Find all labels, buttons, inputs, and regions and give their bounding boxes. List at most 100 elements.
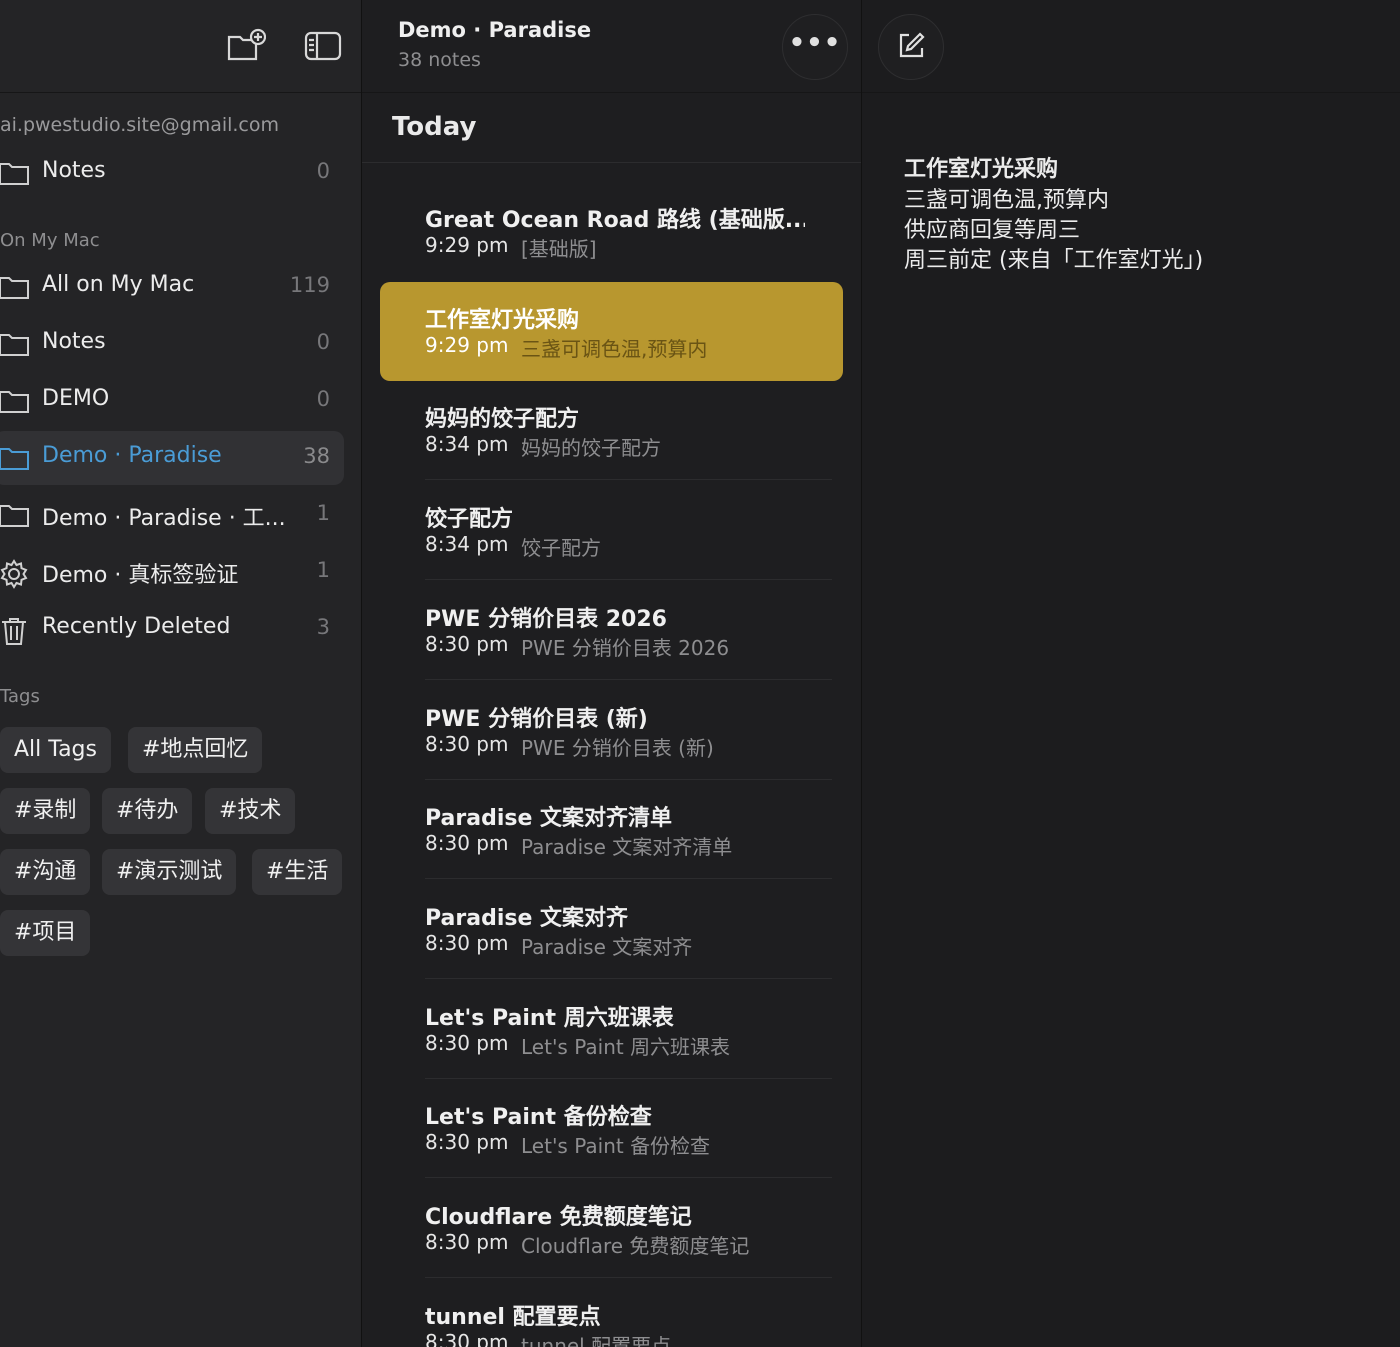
sidebar-item-all-on-my-mac[interactable]: All on My Mac 119 (0, 260, 344, 314)
gear-icon (0, 559, 30, 589)
sidebar-item-demo-paradise[interactable]: Demo · Paradise 38 (0, 431, 344, 485)
note-list-item[interactable]: Let's Paint 周六班课表 8:30 pm Let's Paint 周六班课… (380, 980, 843, 1079)
compose-icon (896, 31, 926, 65)
note-title: PWE 分销价目表 (新) (425, 707, 648, 732)
tag-chip[interactable]: #待办 (102, 788, 193, 834)
note-time: 9:29 pm (425, 333, 509, 357)
sidebar-item-count: 119 (289, 273, 330, 297)
note-time: 8:30 pm (425, 831, 509, 855)
trash-icon (0, 616, 30, 645)
note-list-item[interactable]: tunnel 配置要点 8:30 pm tunnel 配置要点 (380, 1279, 843, 1347)
note-time: 8:30 pm (425, 632, 509, 656)
note-preview: Paradise 文案对齐 (521, 935, 693, 959)
folder-icon (0, 274, 30, 300)
note-title: tunnel 配置要点 (425, 1305, 601, 1330)
note-body-line[interactable]: 周三前定 (来自「工作室灯光」) (904, 242, 1203, 274)
row-divider (425, 1277, 832, 1278)
sidebar: ai.pwestudio.site@gmail.com Notes 0 On M… (0, 0, 361, 1347)
compose-button[interactable] (878, 14, 944, 80)
section-header-today: Today (392, 112, 477, 142)
sidebar-item-recently-deleted[interactable]: Recently Deleted 3 (0, 602, 344, 656)
note-editor-pane[interactable]: 工作室灯光采购 三盏可调色温,预算内 供应商回复等周三 周三前定 (来自「工作室… (862, 0, 1400, 1347)
note-preview: PWE 分销价目表 (新) (521, 736, 714, 760)
tags-header: Tags (0, 686, 40, 707)
note-list-item[interactable]: Cloudflare 免费额度笔记 8:30 pm Cloudflare 免费额度笔… (380, 1179, 843, 1278)
tag-chip[interactable]: #演示测试 (102, 849, 237, 895)
on-my-mac-header: On My Mac (0, 230, 100, 251)
sidebar-item-count: 0 (316, 330, 330, 354)
note-title: Great Ocean Road 路线 (基础版... (425, 208, 805, 233)
sidebar-item-label: Notes (42, 329, 106, 354)
sidebar-item-demo-paradise-sub[interactable]: Demo · Paradise · 工... 1 (0, 488, 344, 542)
note-body-line[interactable]: 三盏可调色温,预算内 (904, 182, 1109, 214)
note-time: 8:30 pm (425, 1230, 509, 1254)
tag-chip[interactable]: #技术 (205, 788, 296, 834)
note-list-item[interactable]: Let's Paint 备份检查 8:30 pm Let's Paint 备份检查 (380, 1079, 843, 1178)
note-time: 9:29 pm (425, 233, 509, 257)
sidebar-item-label: DEMO (42, 386, 110, 411)
tag-chip[interactable]: #生活 (252, 849, 343, 895)
note-count: 38 notes (398, 49, 481, 71)
folder-icon (0, 160, 30, 186)
tag-chip[interactable]: #项目 (0, 910, 91, 956)
note-title: 饺子配方 (425, 507, 514, 532)
sidebar-item-label: All on My Mac (42, 272, 195, 297)
sidebar-item-label: Demo · 真标签验证 (42, 563, 239, 588)
note-list-item[interactable]: PWE 分销价目表 2026 8:30 pm PWE 分销价目表 2026 (380, 581, 843, 680)
note-preview: Let's Paint 周六班课表 (521, 1035, 731, 1059)
note-list-item[interactable]: PWE 分销价目表 (新) 8:30 pm PWE 分销价目表 (新) (380, 681, 843, 780)
folder-icon (0, 331, 30, 357)
more-options-button[interactable]: ••• (782, 14, 848, 80)
tag-chip[interactable]: #地点回忆 (128, 727, 263, 773)
new-folder-icon[interactable] (226, 28, 267, 64)
note-list-item[interactable]: Paradise 文案对齐清单 8:30 pm Paradise 文案对齐清单 (380, 780, 843, 879)
note-title: 妈妈的饺子配方 (425, 407, 580, 432)
sidebar-item-notes[interactable]: Notes 0 (0, 317, 344, 371)
sidebar-item-label: Recently Deleted (42, 614, 231, 639)
note-preview: [基础版] (521, 237, 597, 261)
sidebar-item-demo-smart-folder[interactable]: Demo · 真标签验证 1 (0, 545, 344, 599)
note-title: Paradise 文案对齐清单 (425, 806, 673, 831)
note-preview: 饺子配方 (521, 536, 601, 560)
sidebar-item-label: Demo · Paradise (42, 443, 222, 468)
note-preview: 妈妈的饺子配方 (521, 436, 661, 460)
note-list-item[interactable]: 妈妈的饺子配方 8:34 pm 妈妈的饺子配方 (380, 381, 843, 480)
tag-chip[interactable]: #录制 (0, 788, 91, 834)
note-title: PWE 分销价目表 2026 (425, 607, 667, 632)
note-list-item[interactable]: Great Ocean Road 路线 (基础版... 9:29 pm [基础版] (380, 182, 843, 281)
sidebar-item-count: 3 (316, 615, 330, 639)
note-title: Paradise 文案对齐 (425, 906, 629, 931)
note-time: 8:34 pm (425, 432, 509, 456)
note-time: 8:30 pm (425, 931, 509, 955)
folder-icon (0, 445, 30, 471)
note-preview: 三盏可调色温,预算内 (521, 337, 708, 361)
sidebar-item-label: Demo · Paradise · 工... (42, 506, 286, 531)
note-list-item[interactable]: 工作室灯光采购 9:29 pm 三盏可调色温,预算内 (380, 282, 843, 381)
row-divider (425, 878, 832, 879)
sidebar-item-account-notes[interactable]: Notes 0 (0, 146, 344, 200)
row-divider (425, 978, 832, 979)
folder-icon (0, 502, 30, 528)
note-body-title[interactable]: 工作室灯光采购 (904, 151, 1058, 183)
note-time: 8:30 pm (425, 732, 509, 756)
note-body-line[interactable]: 供应商回复等周三 (904, 212, 1080, 244)
sidebar-toggle-icon[interactable] (304, 28, 344, 64)
sidebar-item-count: 1 (316, 558, 330, 582)
sidebar-item-demo[interactable]: DEMO 0 (0, 374, 344, 428)
note-time: 8:30 pm (425, 1130, 509, 1154)
tag-chip[interactable]: #沟通 (0, 849, 91, 895)
note-list-item[interactable]: 饺子配方 8:34 pm 饺子配方 (380, 481, 843, 580)
note-list-pane: Demo · Paradise 38 notes ••• Today Great… (362, 0, 861, 1347)
note-time: 8:34 pm (425, 532, 509, 556)
sidebar-item-count: 38 (303, 444, 330, 468)
ellipsis-icon: ••• (788, 28, 842, 58)
note-list-item[interactable]: Paradise 文案对齐 8:30 pm Paradise 文案对齐 (380, 880, 843, 979)
row-divider (425, 479, 832, 480)
sidebar-item-count: 0 (316, 387, 330, 411)
note-title: Let's Paint 周六班课表 (425, 1006, 674, 1031)
tag-all-tags[interactable]: All Tags (0, 727, 111, 773)
sidebar-item-label: Notes (42, 158, 106, 183)
note-preview: Let's Paint 备份检查 (521, 1134, 711, 1158)
row-divider (425, 579, 832, 580)
note-title: 工作室灯光采购 (425, 308, 580, 333)
